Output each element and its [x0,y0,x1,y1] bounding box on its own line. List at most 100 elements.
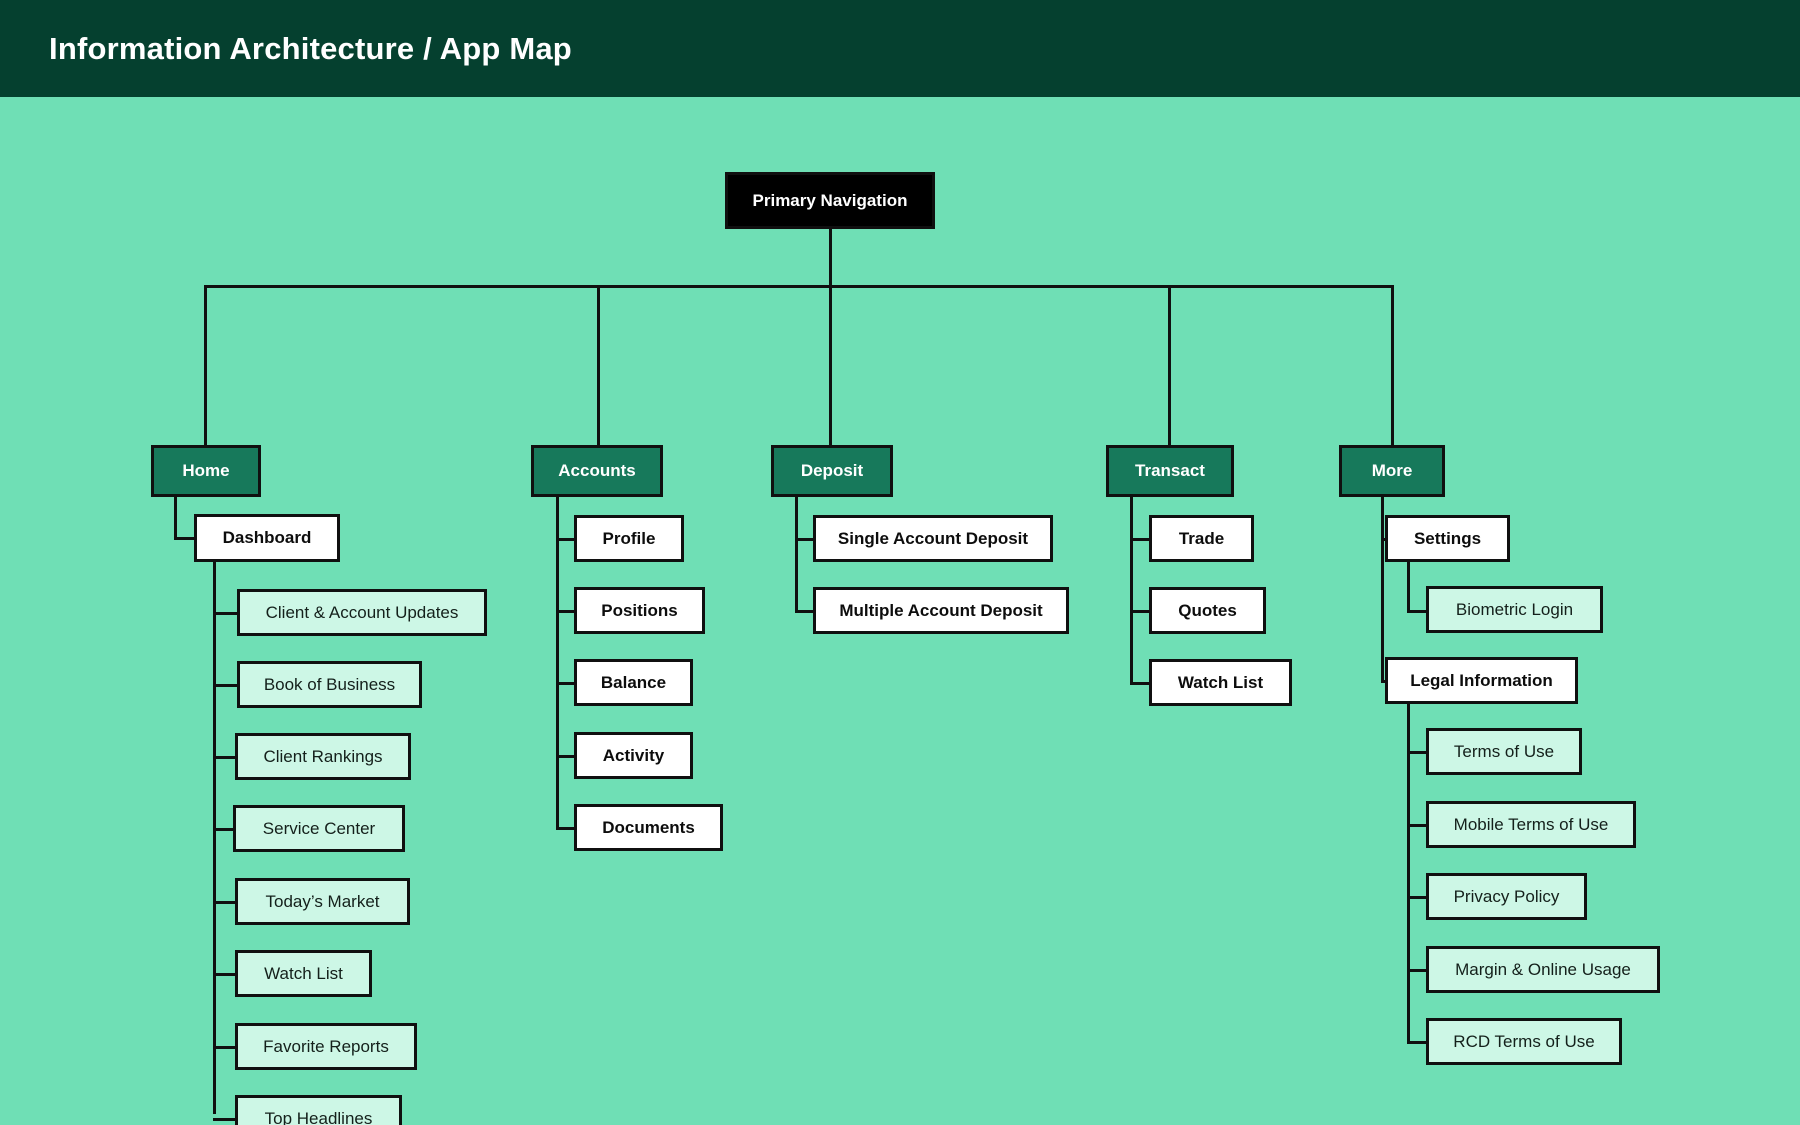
node-primary-navigation[interactable]: Primary Navigation [725,172,935,229]
connector-bus-accounts [597,285,600,445]
node-legal-child[interactable]: Margin & Online Usage [1426,946,1660,993]
node-label: Trade [1178,528,1225,548]
node-label: Service Center [262,818,376,838]
connector-deposit-child [795,610,816,613]
page-title: Information Architecture / App Map [49,30,572,66]
connector-settings-spine [1407,562,1410,613]
node-label: Top Headlines [264,1108,373,1125]
node-deposit-child[interactable]: Multiple Account Deposit [813,587,1069,634]
node-more[interactable]: More [1339,445,1445,497]
node-deposit-child[interactable]: Single Account Deposit [813,515,1053,562]
connector-legal-child [1407,969,1429,972]
node-accounts[interactable]: Accounts [531,445,663,497]
node-label: Mobile Terms of Use [1453,814,1609,834]
connector-more-settings [1381,538,1388,541]
node-deposit[interactable]: Deposit [771,445,893,497]
node-accounts-child[interactable]: Positions [574,587,705,634]
node-label: Home [182,461,230,481]
node-legal-information[interactable]: Legal Information [1385,657,1578,704]
node-label: More [1371,461,1413,481]
node-home-child[interactable]: Client Rankings [235,733,411,780]
node-transact[interactable]: Transact [1106,445,1234,497]
node-transact-child[interactable]: Quotes [1149,587,1266,634]
node-label: Watch List [1177,672,1264,692]
connector-root-down [829,229,832,287]
node-label: Multiple Account Deposit [839,600,1043,620]
connector-deposit-spine [795,497,798,611]
connector-accounts-child [556,538,577,541]
connector-accounts-child [556,610,577,613]
connector-accounts-child [556,682,577,685]
node-home-child[interactable]: Top Headlines [235,1095,402,1125]
connector-dashboard-child [213,901,238,904]
node-transact-child[interactable]: Watch List [1149,659,1292,706]
node-label: Legal Information [1410,670,1553,690]
node-home-child[interactable]: Today’s Market [235,878,410,925]
node-label: Quotes [1178,600,1237,620]
connector-bus-more [1391,285,1394,445]
connector-dashboard-child [213,612,240,615]
node-transact-child[interactable]: Trade [1149,515,1254,562]
page-header: Information Architecture / App Map [0,0,1800,97]
node-label: Book of Business [263,674,396,694]
diagram-canvas: Primary Navigation Home Dashboard Client… [0,97,1800,1125]
node-accounts-child[interactable]: Balance [574,659,693,706]
node-settings[interactable]: Settings [1385,515,1510,562]
connector-bus-deposit [829,285,832,445]
node-home-child[interactable]: Book of Business [237,661,422,708]
node-label: Primary Navigation [752,190,908,210]
node-legal-child[interactable]: Privacy Policy [1426,873,1587,920]
connector-transact-child [1130,538,1152,541]
connector-transact-child [1130,610,1152,613]
node-dashboard[interactable]: Dashboard [194,514,340,562]
connector-bus-transact [1168,285,1171,445]
node-label: Profile [602,528,656,548]
node-label: Margin & Online Usage [1455,959,1631,979]
node-label: Client Rankings [263,746,383,766]
node-label: Deposit [800,461,864,481]
node-label: Settings [1413,528,1482,548]
node-legal-child[interactable]: RCD Terms of Use [1426,1018,1622,1065]
connector-dashboard-child [213,973,238,976]
connector-accounts-child [556,827,577,830]
connector-transact-spine [1130,497,1133,684]
connector-accounts-spine [556,497,559,828]
node-label: Today’s Market [265,891,380,911]
node-legal-child[interactable]: Mobile Terms of Use [1426,801,1636,848]
node-label: Dashboard [222,528,312,548]
node-label: Privacy Policy [1453,886,1560,906]
node-legal-child[interactable]: Terms of Use [1426,728,1582,775]
connector-settings-biometric [1407,610,1428,613]
node-label: Documents [602,817,695,837]
connector-legal-child [1407,824,1429,827]
node-accounts-child[interactable]: Profile [574,515,684,562]
node-biometric-login[interactable]: Biometric Login [1426,586,1603,633]
connector-legal-child [1407,751,1429,754]
node-accounts-child[interactable]: Documents [574,804,723,851]
connector-deposit-child [795,538,816,541]
node-label: RCD Terms of Use [1453,1031,1595,1051]
connector-more-spine [1381,497,1384,681]
node-label: Transact [1135,461,1205,481]
node-label: Single Account Deposit [837,528,1029,548]
connector-dashboard-child [213,756,238,759]
node-home-child[interactable]: Service Center [233,805,405,852]
node-label: Client & Account Updates [265,602,459,622]
node-home-child[interactable]: Favorite Reports [235,1023,417,1070]
node-label: Terms of Use [1453,741,1555,761]
node-accounts-child[interactable]: Activity [574,732,693,779]
node-label: Balance [600,672,667,692]
connector-bus-home [204,285,207,445]
node-label: Activity [602,745,665,765]
connector-legal-spine [1407,704,1410,1042]
node-home-child[interactable]: Client & Account Updates [237,589,487,636]
connector-dashboard-spine [213,562,216,1114]
connector-accounts-child [556,755,577,758]
connector-legal-child [1407,1041,1429,1044]
connector-dashboard-child [213,1118,238,1121]
node-home[interactable]: Home [151,445,261,497]
node-label: Accounts [558,461,636,481]
connector-dashboard-child [213,828,236,831]
node-home-child[interactable]: Watch List [235,950,372,997]
connector-legal-child [1407,896,1429,899]
